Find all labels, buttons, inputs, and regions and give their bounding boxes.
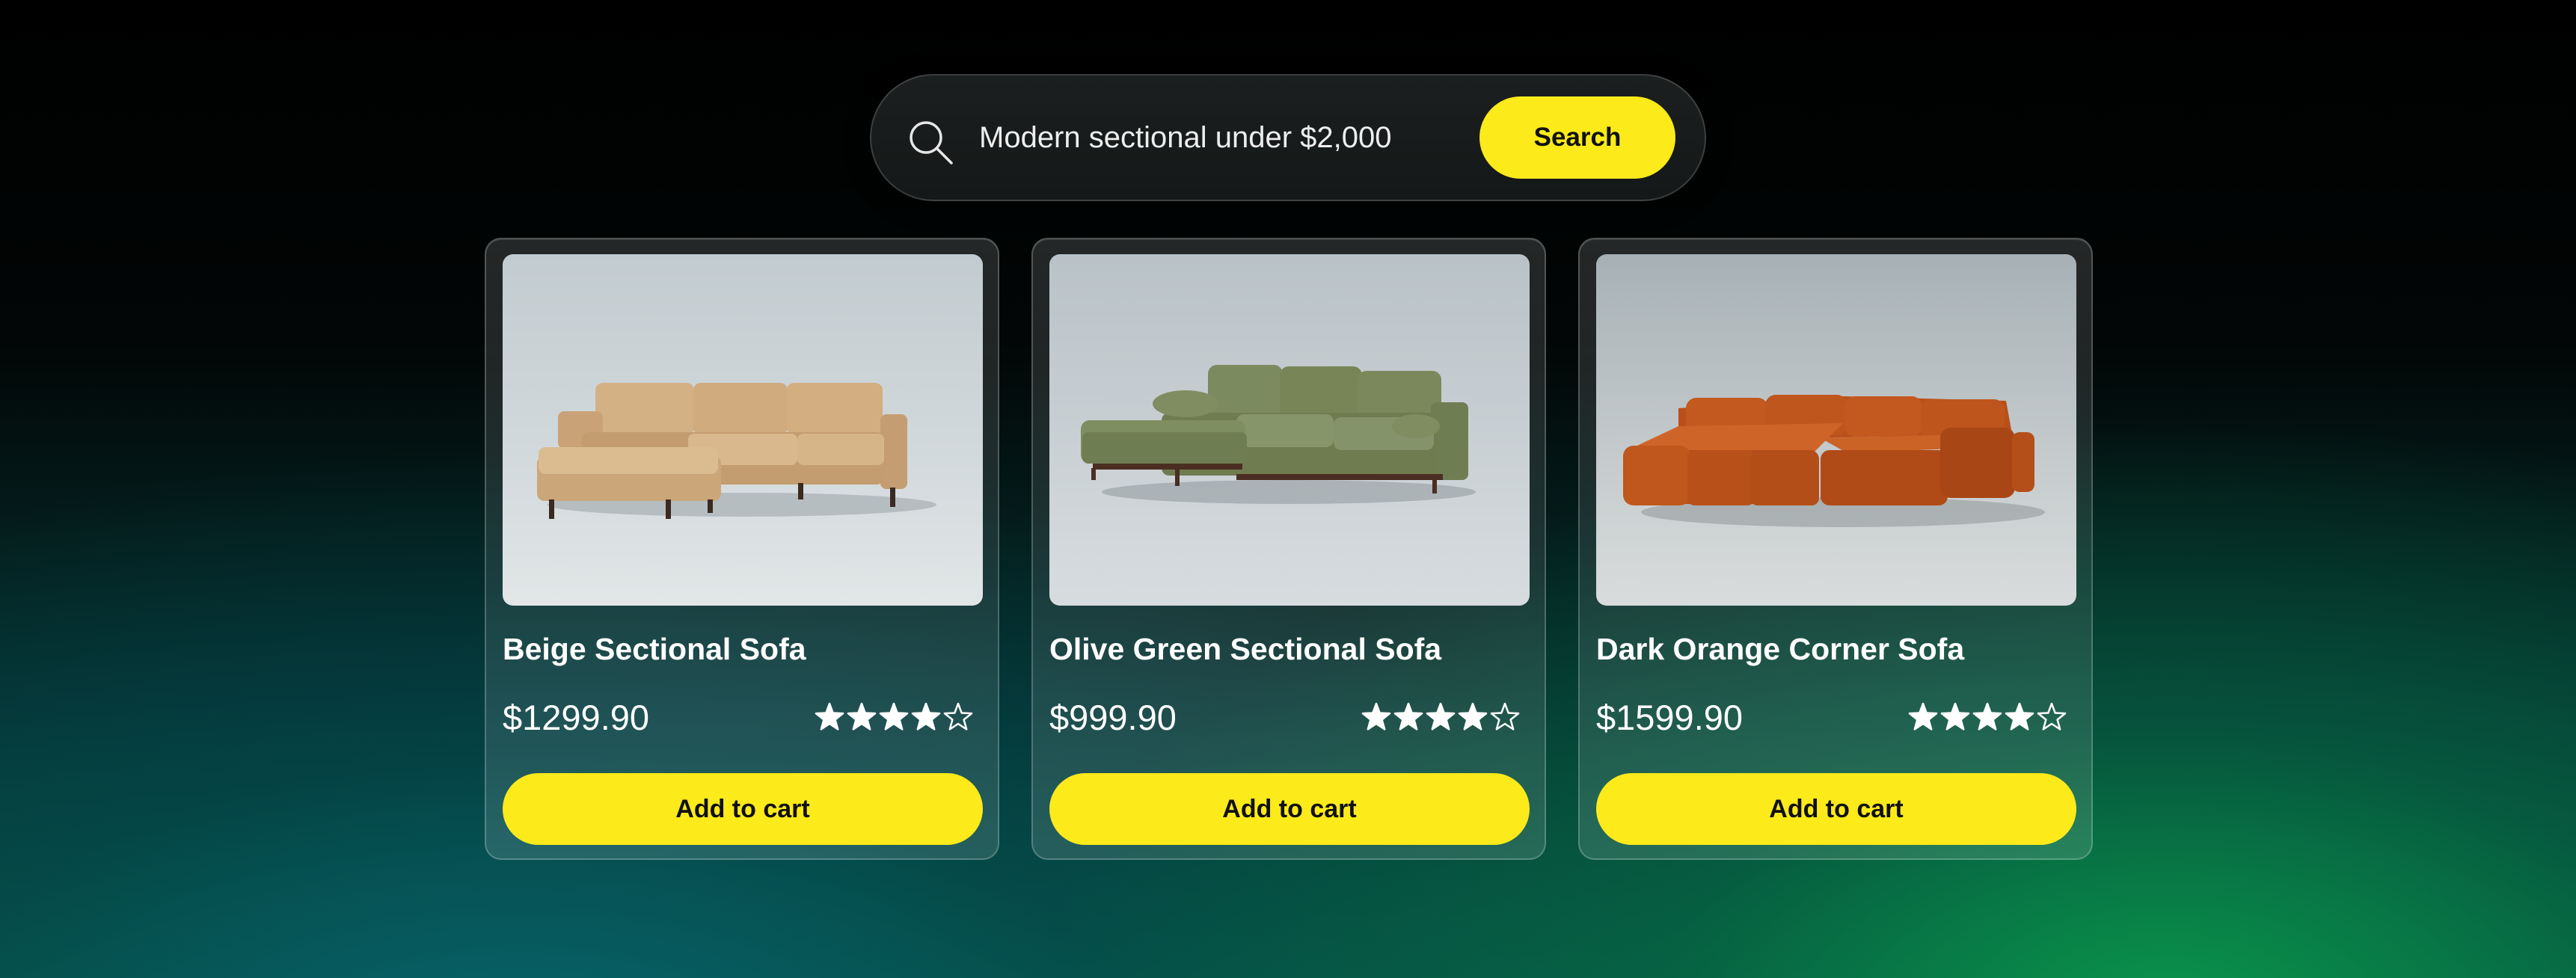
- add-to-cart-button[interactable]: Add to cart: [503, 773, 983, 845]
- star-filled-icon: [815, 702, 844, 731]
- star-rating: [814, 701, 986, 734]
- search-bar[interactable]: Modern sectional under $2,000 Search: [870, 74, 1706, 201]
- star-filled-icon: [1972, 702, 2002, 731]
- search-input[interactable]: Modern sectional under $2,000: [979, 76, 1391, 200]
- product-image: [1049, 254, 1530, 606]
- product-price: $999.90: [1049, 698, 1177, 737]
- star-rating: [1907, 701, 2079, 734]
- star-filled-icon: [2005, 702, 2034, 731]
- product-card: Beige Sectional Sofa $1299.90 Add to car…: [485, 238, 999, 860]
- star-filled-icon: [1361, 702, 1391, 731]
- product-image: [1596, 254, 2076, 606]
- star-filled-icon: [1908, 702, 1938, 731]
- product-card: Olive Green Sectional Sofa $999.90 Add t…: [1031, 238, 1546, 860]
- product-image: [503, 254, 983, 606]
- product-name: Dark Orange Corner Sofa: [1596, 632, 1965, 666]
- star-filled-icon: [1393, 702, 1423, 731]
- star-filled-icon: [847, 702, 877, 731]
- search-button[interactable]: Search: [1479, 96, 1675, 179]
- add-to-cart-button[interactable]: Add to cart: [1049, 773, 1530, 845]
- star-empty-icon: [2037, 702, 2067, 731]
- star-filled-icon: [1940, 702, 1970, 731]
- star-empty-icon: [1490, 702, 1520, 731]
- add-to-cart-button[interactable]: Add to cart: [1596, 773, 2076, 845]
- search-icon: [910, 121, 953, 164]
- product-name: Olive Green Sectional Sofa: [1049, 632, 1442, 666]
- star-filled-icon: [1426, 702, 1456, 731]
- product-price: $1599.90: [1596, 698, 1744, 737]
- star-filled-icon: [879, 702, 909, 731]
- star-empty-icon: [943, 702, 973, 731]
- product-card: Dark Orange Corner Sofa $1599.90 Add to …: [1578, 238, 2093, 860]
- product-name: Beige Sectional Sofa: [503, 632, 806, 666]
- star-rating: [1361, 701, 1533, 734]
- star-filled-icon: [911, 702, 941, 731]
- star-filled-icon: [1458, 702, 1488, 731]
- product-price: $1299.90: [503, 698, 650, 737]
